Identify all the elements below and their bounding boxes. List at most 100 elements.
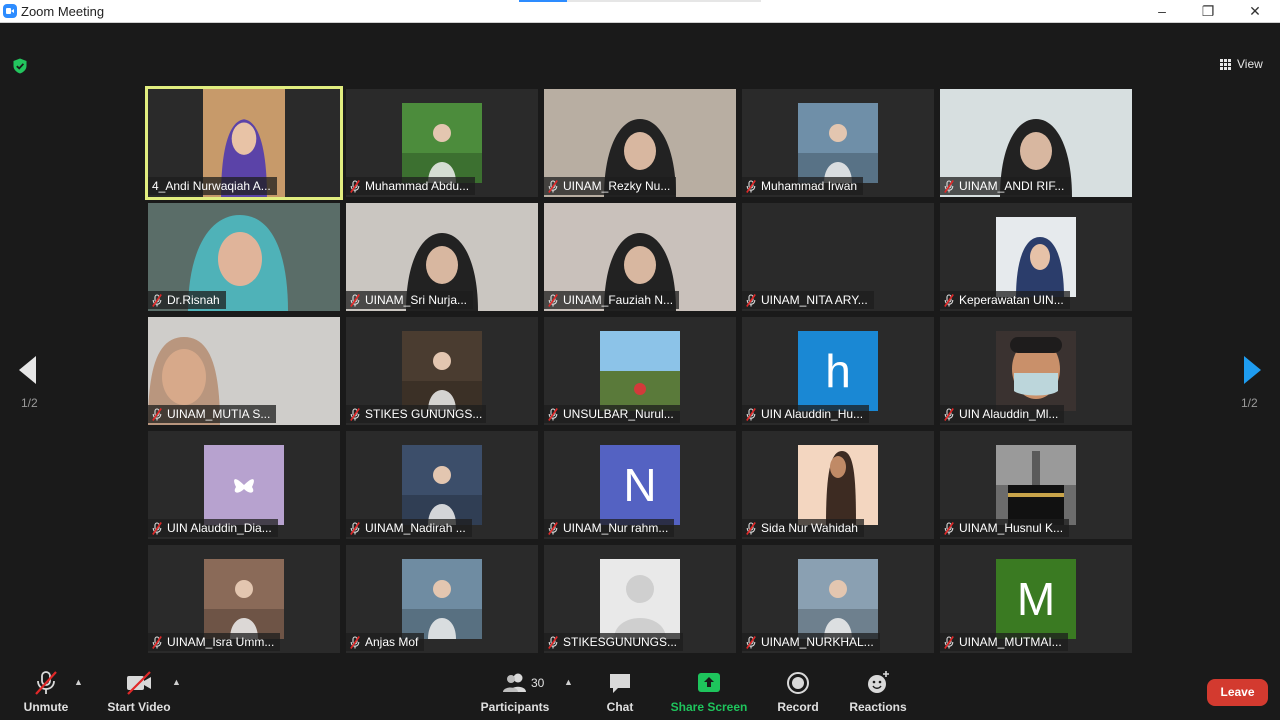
participant-tile[interactable]: Muhammad Irwan [742, 89, 934, 197]
microphone-muted-icon [548, 407, 558, 421]
participant-name: UINAM_Nadirah ... [365, 521, 466, 535]
reactions-button[interactable]: Reactions [849, 663, 907, 720]
participant-name: UIN Alauddin_Dia... [167, 521, 272, 535]
participant-tile[interactable]: Muhammad Abdu... [346, 89, 538, 197]
participant-name-bar: Keperawatan UIN... [940, 291, 1070, 309]
microphone-muted-icon [548, 635, 558, 649]
participant-tile[interactable]: UINAM_MUTIA S... [148, 317, 340, 425]
unmute-button[interactable]: Unmute [20, 663, 72, 720]
leave-button[interactable]: Leave [1207, 679, 1268, 706]
participant-name-bar: UINAM_Rezky Nu... [544, 177, 677, 195]
shield-check-icon[interactable] [12, 58, 28, 74]
participant-name-bar: UINAM_Nur rahm... [544, 519, 675, 537]
initial-avatar: M [996, 559, 1076, 639]
previous-page-arrow-icon[interactable] [0, 336, 60, 396]
participant-tile[interactable]: UIN Alauddin_Ml... [940, 317, 1132, 425]
participant-name: Keperawatan UIN... [959, 293, 1064, 307]
microphone-muted-icon [944, 635, 954, 649]
record-button[interactable]: Record [776, 663, 820, 720]
participant-name: UINAM_MUTMAI... [959, 635, 1062, 649]
microphone-muted-icon [350, 407, 360, 421]
participant-name-bar: 4_Andi Nurwaqiah A... [148, 177, 277, 195]
chat-button[interactable]: Chat [600, 663, 640, 720]
participant-name: UINAM_NURKHAL... [761, 635, 874, 649]
microphone-muted-icon [152, 521, 162, 535]
participants-options-caret-icon[interactable]: ▲ [564, 677, 574, 687]
start-video-button[interactable]: Start Video [104, 663, 174, 720]
participant-tile[interactable]: UINAM_Sri Nurja... [346, 203, 538, 311]
participant-name: 4_Andi Nurwaqiah A... [152, 179, 271, 193]
participant-name: UINAM_Sri Nurja... [365, 293, 468, 307]
participant-tile[interactable]: STIKESGUNUNGS... [544, 545, 736, 653]
minimize-button[interactable]: – [1139, 0, 1185, 22]
participant-name: UINAM_Husnul K... [959, 521, 1064, 535]
participant-name-bar: STIKESGUNUNGS... [544, 633, 684, 651]
participant-name: UINAM_Isra Umm... [167, 635, 275, 649]
participant-video [600, 331, 680, 411]
reactions-label: Reactions [849, 700, 907, 714]
participant-tile[interactable]: Sida Nur Wahidah [742, 431, 934, 539]
participant-name: Sida Nur Wahidah [761, 521, 858, 535]
initial-avatar: h [798, 331, 878, 411]
participant-name-bar: UIN Alauddin_Ml... [940, 405, 1065, 423]
participant-name-bar: UINAM_ANDI RIF... [940, 177, 1071, 195]
participant-name-bar: UNSULBAR_Nurul... [544, 405, 680, 423]
participant-tile[interactable]: UNSULBAR_Nurul... [544, 317, 736, 425]
participant-tile[interactable]: UINAM_NURKHAL... [742, 545, 934, 653]
participant-tile[interactable]: Dr.Risnah [148, 203, 340, 311]
microphone-muted-icon [152, 635, 162, 649]
participant-name: Muhammad Irwan [761, 179, 858, 193]
participant-name-bar: UINAM_Isra Umm... [148, 633, 281, 651]
microphone-muted-icon [350, 179, 360, 193]
participant-tile[interactable]: UINAM_NITA ARY... [742, 203, 934, 311]
participant-video [996, 445, 1076, 525]
participant-name-bar: UINAM_NURKHAL... [742, 633, 880, 651]
participant-video [996, 331, 1076, 411]
microphone-muted-icon [350, 293, 360, 307]
participant-tile[interactable]: UINAM_ANDI RIF... [940, 89, 1132, 197]
participant-name: Anjas Mof [365, 635, 419, 649]
participant-tile[interactable]: STIKES GUNUNGS... [346, 317, 538, 425]
video-gallery: View 1/2 1/2 4_Andi Nurwaqiah A... Muhamm… [0, 23, 1280, 663]
start-video-label: Start Video [107, 700, 171, 714]
share-screen-label: Share Screen [670, 700, 748, 714]
participant-video [798, 445, 878, 525]
participant-name-bar: UINAM_MUTIA S... [148, 405, 277, 423]
participant-name: UINAM_Nur rahm... [563, 521, 669, 535]
video-options-caret-icon[interactable]: ▲ [172, 677, 182, 687]
participants-button[interactable]: Participants [480, 663, 550, 720]
microphone-muted-icon [350, 635, 360, 649]
next-page-arrow-icon[interactable] [1222, 336, 1280, 396]
share-screen-icon [698, 673, 720, 692]
participant-video [204, 445, 284, 525]
participant-tile[interactable]: Keperawatan UIN... [940, 203, 1132, 311]
participant-tile[interactable]: N UINAM_Nur rahm... [544, 431, 736, 539]
record-icon [787, 672, 809, 694]
participant-tile[interactable]: M UINAM_MUTMAI... [940, 545, 1132, 653]
participant-name-bar: STIKES GUNUNGS... [346, 405, 486, 423]
grid-icon [1220, 58, 1231, 70]
record-label: Record [777, 700, 819, 714]
participant-tile[interactable]: UINAM_Husnul K... [940, 431, 1132, 539]
participant-tile[interactable]: UINAM_Fauziah N... [544, 203, 736, 311]
chat-label: Chat [606, 700, 634, 714]
participant-video [798, 103, 878, 183]
participant-tile[interactable]: 4_Andi Nurwaqiah A... [145, 86, 343, 200]
share-screen-button[interactable]: Share Screen [670, 663, 748, 720]
participant-tile[interactable]: UINAM_Rezky Nu... [544, 89, 736, 197]
participant-tile[interactable]: h UIN Alauddin_Hu... [742, 317, 934, 425]
participant-tile[interactable]: UINAM_Isra Umm... [148, 545, 340, 653]
participant-name-bar: UINAM_Nadirah ... [346, 519, 472, 537]
view-button[interactable]: View [1220, 55, 1263, 73]
participant-tile[interactable]: Anjas Mof [346, 545, 538, 653]
restore-button[interactable]: ❐ [1185, 0, 1231, 22]
participant-tile[interactable]: UINAM_Nadirah ... [346, 431, 538, 539]
participant-tile[interactable]: UIN Alauddin_Dia... [148, 431, 340, 539]
microphone-muted-icon [746, 293, 756, 307]
participant-name-bar: Anjas Mof [346, 633, 425, 651]
microphone-muted-icon [746, 407, 756, 421]
close-button[interactable]: ✕ [1232, 0, 1278, 22]
participant-video [798, 559, 878, 639]
avatar-initial: M [1016, 573, 1056, 625]
audio-options-caret-icon[interactable]: ▲ [74, 677, 84, 687]
